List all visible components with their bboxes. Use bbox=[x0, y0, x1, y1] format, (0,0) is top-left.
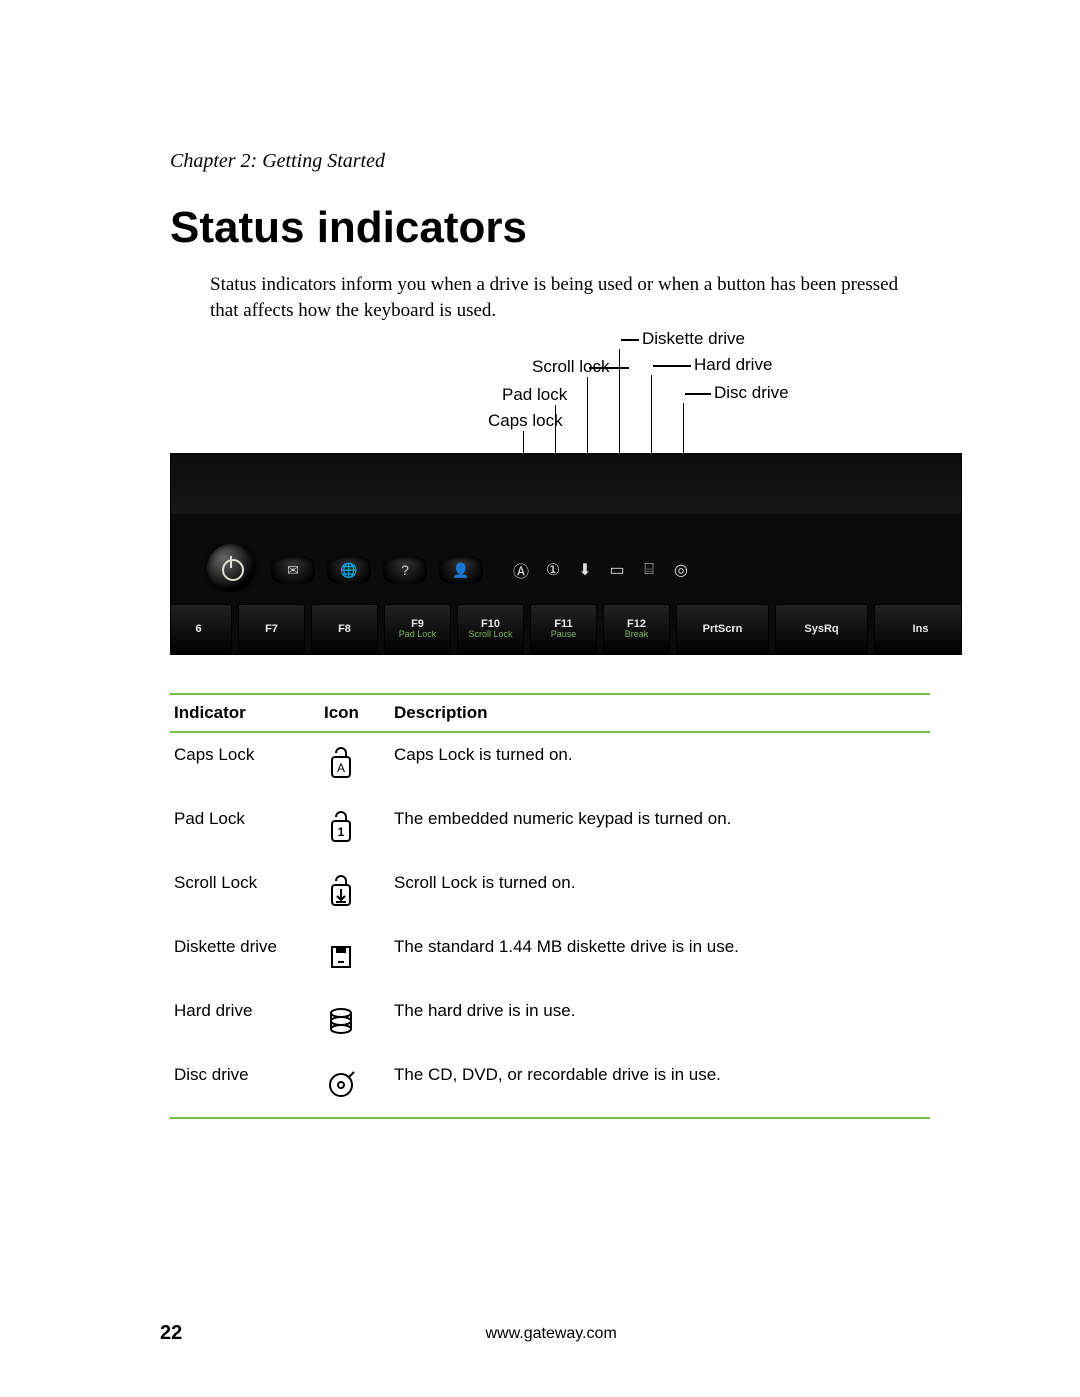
web-icon: 🌐 bbox=[327, 556, 371, 584]
callout-pad: Pad lock bbox=[502, 385, 567, 405]
th-indicator: Indicator bbox=[170, 703, 324, 723]
cell-icon: 1 bbox=[324, 809, 394, 849]
svg-text:A: A bbox=[337, 761, 345, 775]
intro-paragraph: Status indicators inform you when a driv… bbox=[210, 272, 930, 323]
page-title: Status indicators bbox=[170, 203, 930, 253]
cell-description: The standard 1.44 MB diskette drive is i… bbox=[394, 937, 930, 957]
th-description: Description bbox=[394, 703, 930, 723]
th-icon: Icon bbox=[324, 703, 394, 723]
key: F8 bbox=[311, 604, 378, 654]
cell-icon: A bbox=[324, 745, 394, 785]
cell-description: The embedded numeric keypad is turned on… bbox=[394, 809, 930, 829]
cell-icon bbox=[324, 1001, 394, 1041]
callout-hard: Hard drive bbox=[694, 355, 772, 375]
key: SysRq bbox=[775, 604, 868, 654]
indicator-strip: Ⓐ ① ⬇ ▭ ⌸ ◎ bbox=[509, 558, 693, 582]
table-row: Pad Lock 1 The embedded numeric keypad is … bbox=[170, 797, 930, 861]
scrolllock-icon bbox=[324, 873, 358, 913]
key: F7 bbox=[238, 604, 305, 654]
cell-description: Caps Lock is turned on. bbox=[394, 745, 930, 765]
power-button-icon bbox=[207, 544, 255, 592]
help-icon: ? bbox=[383, 556, 427, 584]
callout-disc: Disc drive bbox=[714, 383, 789, 403]
table-row: Scroll Lock Scroll Lock is turned on. bbox=[170, 861, 930, 925]
pad-lock-icon: ① bbox=[541, 558, 565, 582]
user-icon: 👤 bbox=[439, 556, 483, 584]
key: Ins bbox=[874, 604, 962, 654]
page-footer: 22 www.gateway.com bbox=[160, 1322, 920, 1345]
cell-indicator: Pad Lock bbox=[170, 809, 324, 829]
cell-indicator: Scroll Lock bbox=[170, 873, 324, 893]
shortcut-row: ✉ 🌐 ? 👤 bbox=[271, 556, 483, 584]
cell-description: The hard drive is in use. bbox=[394, 1001, 930, 1021]
diskette-icon bbox=[324, 937, 358, 977]
cell-indicator: Caps Lock bbox=[170, 745, 324, 765]
indicator-table: Indicator Icon Description Caps LockACap… bbox=[170, 693, 930, 1119]
footer-url: www.gateway.com bbox=[182, 1325, 920, 1343]
discdrive-icon bbox=[324, 1065, 358, 1105]
callout-line bbox=[653, 365, 691, 367]
key: F9Pad Lock bbox=[384, 604, 451, 654]
keyboard-photo: ✉ 🌐 ? 👤 Ⓐ ① ⬇ ▭ ⌸ ◎ 6F7F8F9Pad LockF10Sc… bbox=[170, 453, 962, 655]
callout-caps: Caps lock bbox=[488, 411, 563, 431]
cell-icon bbox=[324, 1065, 394, 1105]
cell-indicator: Disc drive bbox=[170, 1065, 324, 1085]
table-row: Caps Lock A Caps Lock is turned on. bbox=[170, 733, 930, 797]
diskette-icon: ▭ bbox=[605, 558, 629, 582]
page-number: 22 bbox=[160, 1322, 182, 1345]
capslock-icon: A bbox=[324, 745, 358, 785]
callout-line bbox=[621, 339, 639, 341]
key: F12Break bbox=[603, 604, 670, 654]
callout-line bbox=[685, 393, 711, 395]
cell-indicator: Hard drive bbox=[170, 1001, 324, 1021]
disc-drive-icon: ◎ bbox=[669, 558, 693, 582]
cell-icon bbox=[324, 937, 394, 977]
hard-drive-icon: ⌸ bbox=[637, 558, 661, 582]
cell-indicator: Diskette drive bbox=[170, 937, 324, 957]
svg-text:1: 1 bbox=[338, 825, 345, 839]
key: F10Scroll Lock bbox=[457, 604, 524, 654]
table-row: Diskette drive The standard 1.44 MB diske… bbox=[170, 925, 930, 989]
padlock-icon: 1 bbox=[324, 809, 358, 849]
mail-icon: ✉ bbox=[271, 556, 315, 584]
chapter-label: Chapter 2: Getting Started bbox=[170, 150, 930, 173]
harddrive-icon bbox=[324, 1001, 358, 1041]
table-row: Hard drive The hard drive is in use. bbox=[170, 989, 930, 1053]
caps-lock-icon: Ⓐ bbox=[509, 558, 533, 582]
key: PrtScrn bbox=[676, 604, 769, 654]
cell-description: Scroll Lock is turned on. bbox=[394, 873, 930, 893]
callout-diskette: Diskette drive bbox=[642, 329, 745, 349]
table-header: Indicator Icon Description bbox=[170, 695, 930, 733]
key-row: 6F7F8F9Pad LockF10Scroll LockF11PauseF12… bbox=[170, 604, 962, 654]
callout-line bbox=[589, 367, 629, 369]
scroll-lock-icon: ⬇ bbox=[573, 558, 597, 582]
cell-icon bbox=[324, 873, 394, 913]
cell-description: The CD, DVD, or recordable drive is in u… bbox=[394, 1065, 930, 1085]
key: 6 bbox=[170, 604, 232, 654]
key: F11Pause bbox=[530, 604, 597, 654]
indicator-diagram: Caps lock Pad lock Scroll lock Diskette … bbox=[170, 333, 930, 673]
table-row: Disc drive The CD, DVD, or recordable dri… bbox=[170, 1053, 930, 1117]
